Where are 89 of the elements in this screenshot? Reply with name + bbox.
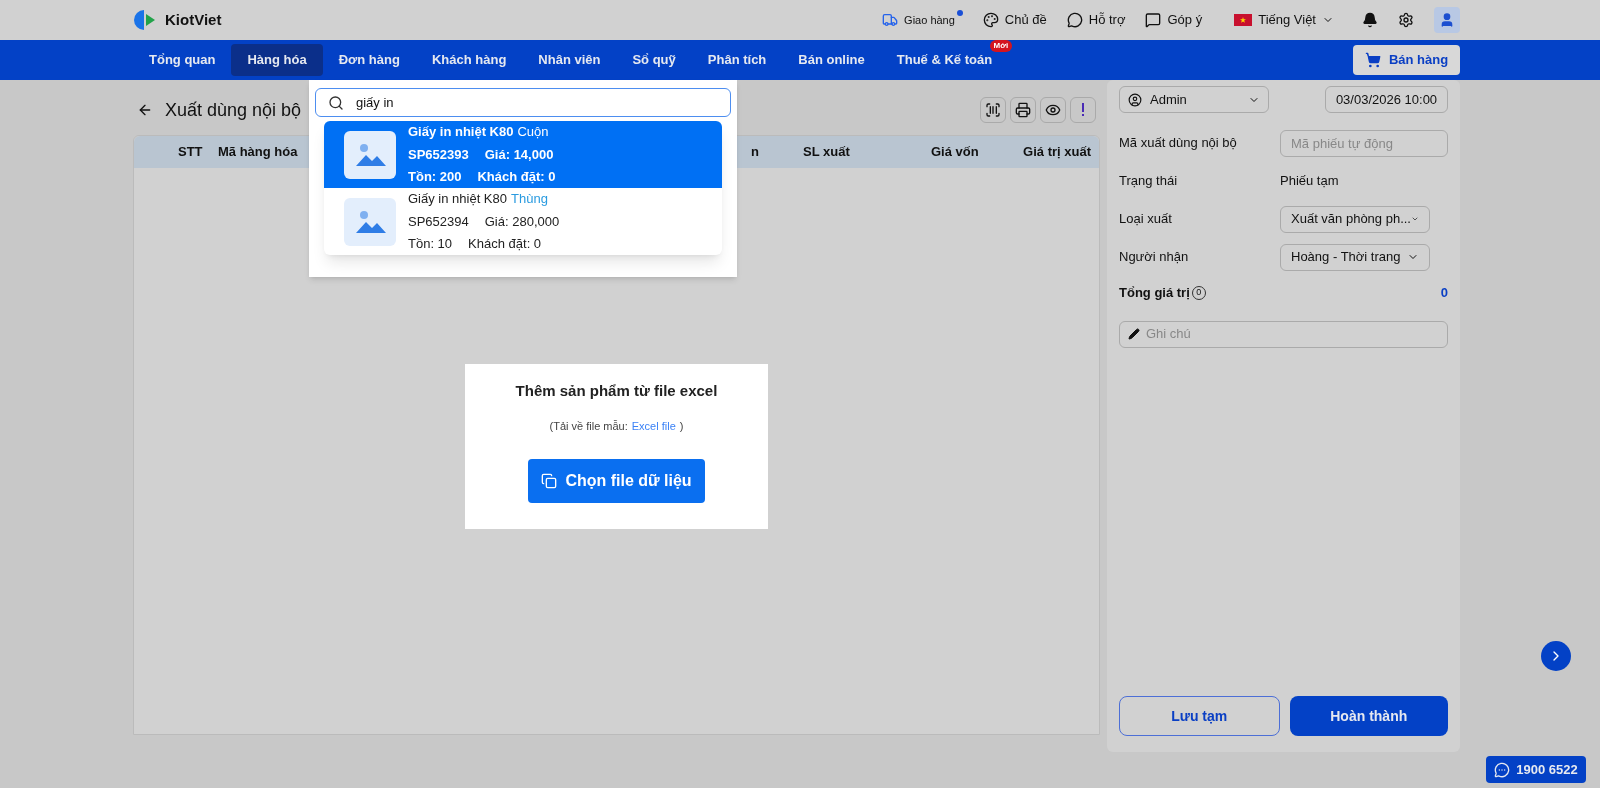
column-header: Giá trị xuất [1023,143,1091,162]
chat-icon [1066,12,1083,28]
nav-tab[interactable]: Tổng quan [133,44,232,76]
status-text: Phiếu tạm [1280,172,1339,191]
topbar-link[interactable]: Góp ý [1145,10,1203,30]
nav-tab[interactable]: Bán online [782,44,881,76]
product-name: Giấy in nhiệt K80 [408,190,507,209]
ordered-text: Khách đặt: 0 [477,168,556,187]
product-unit: Cuộn [517,123,549,142]
language-select[interactable]: Tiếng Việt [1234,10,1334,30]
date-field[interactable]: 03/03/2026 10:00 [1325,86,1448,113]
new-badge: Mới [989,40,1013,53]
note-input[interactable]: Ghi chú [1146,324,1439,344]
page-title: Xuất dùng nội bộ [165,98,302,122]
excel-file-link[interactable]: Excel file [631,418,676,435]
field-label: Loại xuất [1119,210,1173,229]
pencil-icon [1128,328,1140,340]
import-title: Thêm sản phẩm từ file excel [515,380,718,401]
topbar-link[interactable]: Hỗ trợ [1066,10,1126,30]
nav-tab[interactable]: Phân tích [691,44,783,76]
result-item[interactable]: Giấy in nhiệt K80 Thùng SP652394 Giá: 280,000 Tồn: 10 Khách đặt: 0 [324,188,722,255]
bell-icon[interactable] [1362,12,1378,28]
user-icon [1439,12,1455,28]
expand-button[interactable] [1541,641,1571,671]
flag-icon [1234,14,1253,26]
copy-icon [541,472,558,489]
barcode-scanner-icon [985,102,1001,118]
nav-tab[interactable]: Nhân viên [522,44,617,76]
field-label: Người nhận [1119,248,1190,267]
finish-button[interactable]: Hoàn thành [1289,696,1448,736]
barcode-button[interactable] [980,97,1006,123]
image-placeholder-icon [344,130,396,179]
nav-tab[interactable]: Hàng hóa [231,44,323,76]
column-header: Giá vốn [931,143,980,162]
image-placeholder-icon [344,197,396,246]
column-header: Mã hàng hóa [218,143,299,162]
topbar-link[interactable]: Chủ đề [982,10,1047,30]
exclamation-icon [1081,103,1085,117]
nav-tab[interactable]: Đơn hàng [322,44,416,76]
select-field[interactable]: Hoàng - Thời trang [1280,243,1430,271]
preview-button[interactable] [1040,97,1066,123]
user-select[interactable]: Admin [1119,86,1269,113]
field-label: Mã xuất dùng nội bộ [1119,134,1238,153]
import-hint: (Tải về file mẫu: [549,419,628,434]
product-code: SP652393 [408,145,469,164]
eye-icon [1045,102,1061,118]
truck-icon [882,12,899,28]
logo-text: KiotViet [165,9,222,30]
choose-file-button[interactable]: Chọn file dữ liệu [528,458,705,503]
info-button[interactable] [1070,97,1096,123]
stock-text: Tồn: 10 [408,235,453,254]
logo-icon [133,8,157,32]
total-label: Tổng giá trị [1119,284,1190,302]
product-unit: Thùng [511,190,548,209]
hotline-button[interactable]: 1900 6522 [1486,756,1586,783]
chat-icon [1494,761,1511,778]
account-button[interactable] [1434,7,1460,33]
back-icon[interactable] [137,102,153,118]
sell-button[interactable]: Bán hàng [1353,45,1460,75]
palette-icon [982,12,999,28]
topbar-link[interactable]: Giao hàng [882,11,955,29]
nav-tab[interactable]: Sổ quỹ [616,44,692,76]
total-value: 0 [1440,284,1448,302]
product-name: Giấy in nhiệt K80 [408,123,514,142]
feedback-icon [1145,12,1162,28]
select-field[interactable]: Xuất văn phòng ph... [1280,205,1430,233]
search-icon [328,94,344,111]
print-button[interactable] [1010,97,1036,123]
column-header: n [751,143,760,162]
product-price: Giá: 14,000 [484,145,554,164]
product-code: SP652394 [408,212,469,231]
column-header: STT [178,143,204,162]
field-label: Trạng thái [1119,172,1179,191]
import-hint: ) [679,419,684,434]
ordered-text: Khách đặt: 0 [468,235,542,254]
printer-icon [1015,102,1031,118]
nav-tab[interactable]: Khách hàng [415,44,523,76]
save-draft-button[interactable]: Lưu tạm [1119,696,1280,736]
user-icon [1128,92,1142,107]
cart-icon [1364,52,1381,68]
result-item[interactable]: Giấy in nhiệt K80 Cuộn SP652393 Giá: 14,000 Tồn: 200 Khách đặt: 0 [324,121,722,188]
search-input[interactable]: giấy in [356,92,718,113]
code-input[interactable]: Mã phiếu tự động [1280,129,1448,157]
note-field[interactable]: Ghi chú [1119,320,1448,348]
settings-icon[interactable] [1398,12,1414,28]
product-price: Giá: 280,000 [484,212,560,231]
stock-text: Tồn: 200 [408,168,462,187]
column-header: SL xuất [803,143,851,162]
search-field[interactable]: giấy in [315,88,731,117]
